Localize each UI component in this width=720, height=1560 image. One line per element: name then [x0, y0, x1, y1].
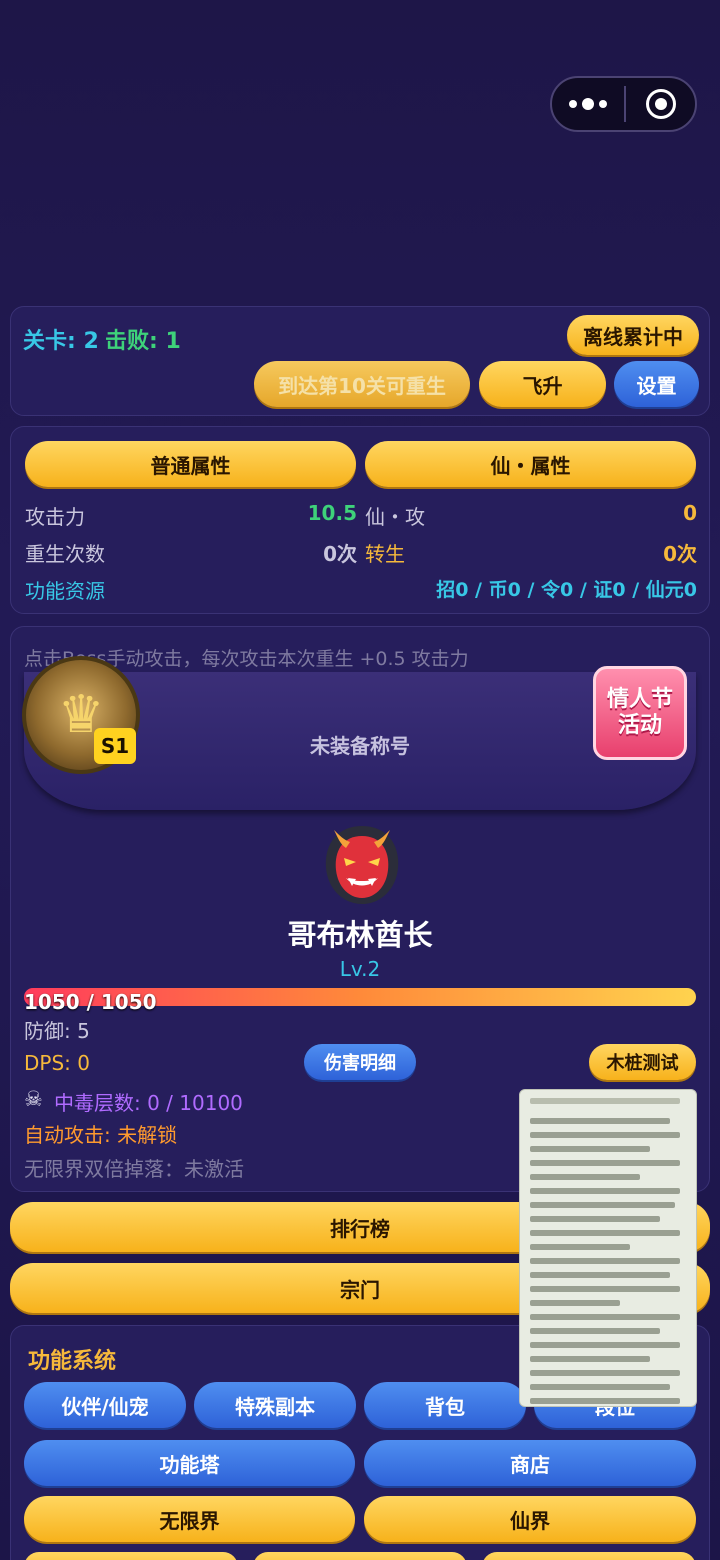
rebirth-count-value: 0次 [323, 542, 357, 566]
rebirth-count-label: 重生次数 [25, 542, 105, 566]
offline-accumulate-button[interactable]: 离线累计中 [567, 315, 699, 355]
reincarnate-value: 0次 [663, 542, 697, 566]
attack-label: 攻击力 [25, 505, 85, 529]
tab-immortal-attributes[interactable]: 仙・属性 [365, 441, 696, 487]
skull-icon: ☠ [24, 1087, 43, 1111]
more-button-3[interactable] [482, 1552, 696, 1560]
more-button-1[interactable] [24, 1552, 238, 1560]
tab-normal-attributes[interactable]: 普通属性 [25, 441, 356, 487]
backpack-button[interactable]: 背包 [364, 1382, 526, 1428]
poison-stacks: 中毒层数: 0 / 10100 [54, 1091, 243, 1115]
more-button-2[interactable] [253, 1552, 467, 1560]
special-dungeon-button[interactable]: 特殊副本 [194, 1382, 356, 1428]
resource-value: 招0 / 币0 / 令0 / 证0 / 仙元0 [436, 579, 697, 601]
goblin-chief-icon[interactable] [316, 816, 408, 908]
dummy-test-button[interactable]: 木桩测试 [589, 1044, 696, 1080]
rebirth-button[interactable]: 到达第10关可重生 [254, 361, 470, 407]
stage-label: 关卡: 2 [23, 329, 99, 354]
boss-name: 哥布林酋长 [287, 918, 433, 952]
attack-value: 10.5 [307, 501, 357, 525]
immortal-realm-button[interactable]: 仙界 [364, 1496, 696, 1542]
auto-attack-status: 自动攻击: 未解锁 [24, 1123, 178, 1147]
settings-button[interactable]: 设置 [614, 361, 699, 407]
season-badge: S1 [94, 728, 136, 764]
boss-hp-text: 1050 / 1050 [24, 990, 157, 1014]
reincarnate-label: 转生 [365, 542, 405, 566]
dps-label: DPS: 0 [24, 1051, 90, 1075]
immortal-attack-label: 仙・攻 [365, 505, 425, 529]
resource-label: 功能资源 [25, 579, 105, 603]
stage-panel: 关卡: 2 击败: 1 离线累计中 到达第10关可重生 飞升 设置 [10, 306, 710, 416]
attributes-panel: 普通属性 仙・属性 攻击力 10.5 仙・攻 0 重生次数 0次 转生 0次 功… [10, 426, 710, 614]
boss-level: Lv.2 [339, 957, 381, 981]
close-program-icon[interactable] [626, 89, 695, 119]
mini-program-capsule [550, 76, 697, 132]
more-menu-icon[interactable] [552, 98, 624, 110]
immortal-attack-value: 0 [683, 501, 697, 525]
floating-reader-window[interactable] [519, 1089, 697, 1407]
damage-detail-button[interactable]: 伤害明细 [304, 1044, 416, 1080]
infinite-realm-button[interactable]: 无限界 [24, 1496, 355, 1542]
event-label: 情人节活动 [606, 687, 673, 738]
function-tower-button[interactable]: 功能塔 [24, 1440, 355, 1486]
valentine-event-button[interactable]: 情人节活动 [593, 666, 687, 760]
ascend-button[interactable]: 飞升 [479, 361, 606, 407]
boss-defense: 防御: 5 [24, 1019, 90, 1043]
shop-button[interactable]: 商店 [364, 1440, 696, 1486]
systems-title: 功能系统 [28, 1349, 117, 1374]
double-drop-status: 无限界双倍掉落：未激活 [24, 1157, 244, 1181]
partner-pet-button[interactable]: 伙伴/仙宠 [24, 1382, 186, 1428]
kills-label: 击败: 1 [105, 329, 181, 354]
